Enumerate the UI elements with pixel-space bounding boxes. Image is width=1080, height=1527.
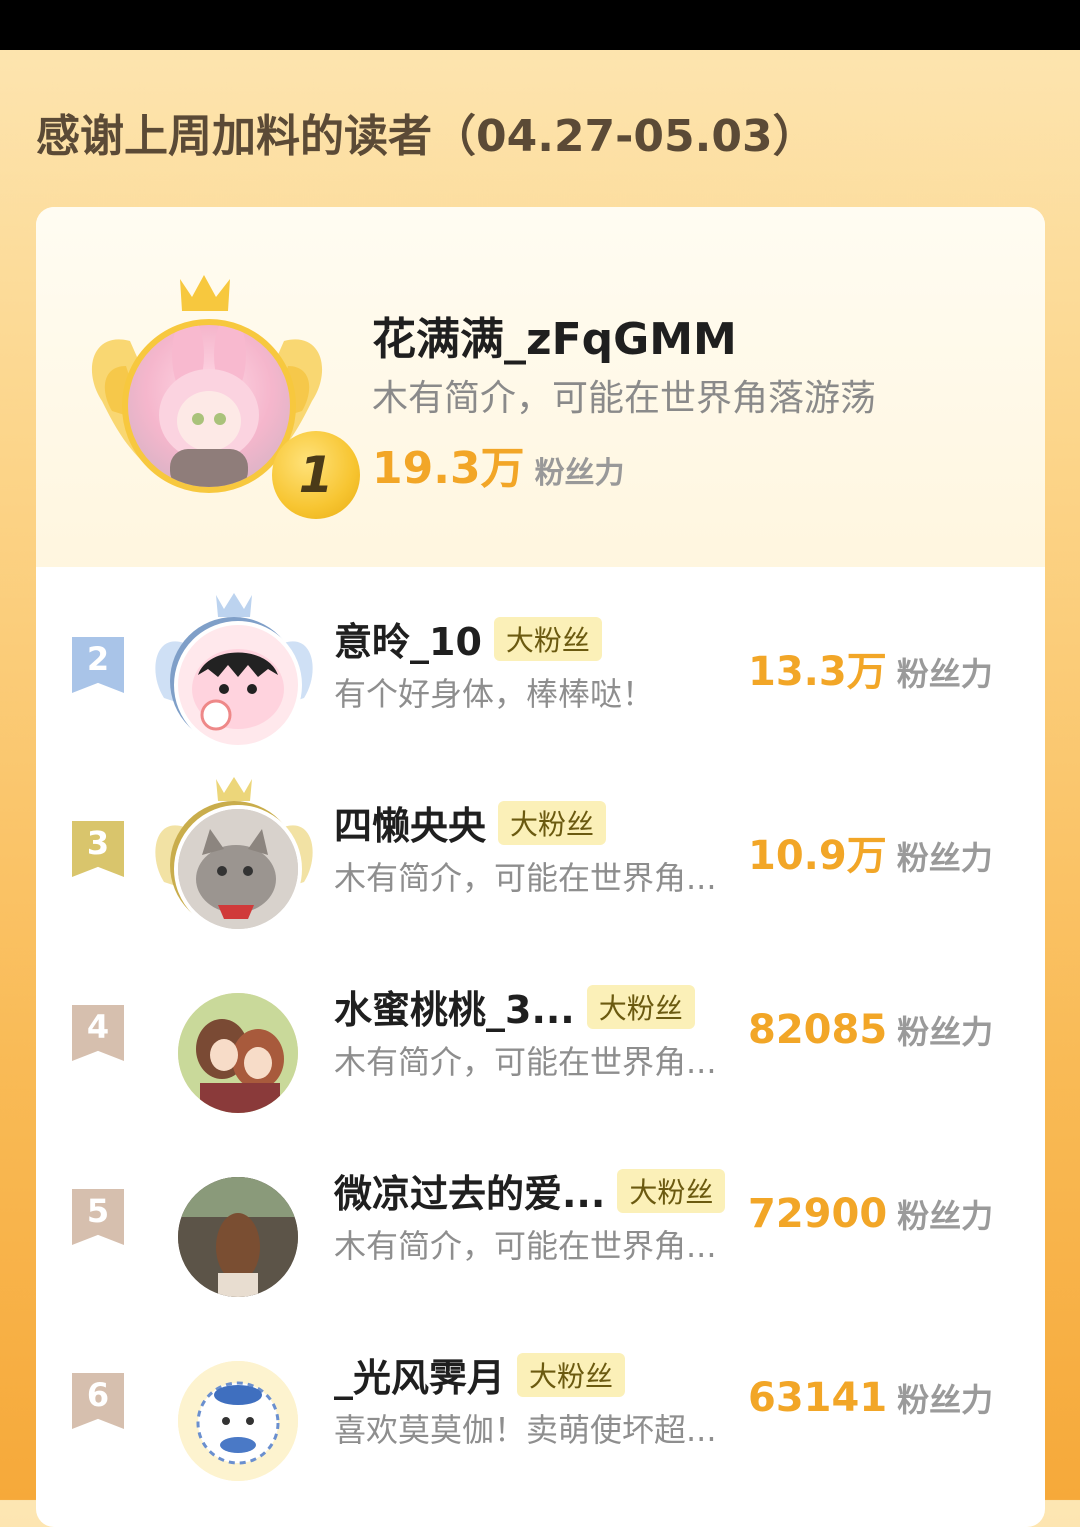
- fans-value: 63141: [748, 1375, 888, 1421]
- list-item[interactable]: 5 微凉过去的爱... 大粉丝 木有简介，可能在世界角... 72900 粉丝力: [36, 1125, 1045, 1309]
- name-line: 意昤_10 大粉丝: [334, 611, 602, 666]
- cartoon-boy-avatar-icon: [192, 649, 284, 731]
- fans-value: 82085: [748, 1007, 888, 1053]
- rank-flag: 5: [72, 1189, 124, 1245]
- fans-unit: 粉丝力: [534, 456, 625, 491]
- fans-power: 72900 粉丝力: [748, 1191, 993, 1237]
- reader-bio: 有个好身体，棒棒哒！: [334, 675, 655, 713]
- cat-avatar-icon: [178, 809, 298, 929]
- page-title: 感谢上周加料的读者（04.27-05.03）: [36, 111, 817, 162]
- name-line: 水蜜桃桃_3... 大粉丝: [334, 979, 695, 1034]
- reader-name[interactable]: 四懒央央: [334, 795, 486, 850]
- fan-badge: 大粉丝: [498, 800, 607, 845]
- reader-name[interactable]: _光风霁月: [334, 1347, 505, 1402]
- top-avatar-frame: 1: [82, 271, 360, 519]
- reader-name[interactable]: 意昤_10: [334, 611, 482, 666]
- fans-unit: 粉丝力: [897, 1197, 994, 1235]
- reader-name[interactable]: 微凉过去的爱...: [334, 1163, 605, 1218]
- avatar[interactable]: [174, 621, 302, 749]
- avatar-frame: [144, 1329, 324, 1489]
- fans-value: 13.3万: [748, 649, 887, 695]
- reader-bio: 木有简介，可能在世界角...: [334, 1227, 717, 1265]
- fans-power: 13.3万 粉丝力: [748, 639, 993, 697]
- rank-flag: 3: [72, 821, 124, 877]
- rank-flag: 4: [72, 1005, 124, 1061]
- avatar-frame: [144, 593, 324, 753]
- fans-value: 10.9万: [748, 833, 887, 879]
- fans-power: 19.3万 粉丝力: [372, 432, 625, 496]
- anime-girl-avatar-icon: [159, 325, 259, 487]
- fans-value: 19.3万: [372, 443, 525, 494]
- fans-unit: 粉丝力: [897, 1381, 994, 1419]
- reader-bio: 木有简介，可能在世界角...: [334, 1043, 717, 1081]
- fans-unit: 粉丝力: [896, 839, 993, 877]
- avatar-frame: [144, 777, 324, 937]
- fans-unit: 粉丝力: [897, 1013, 994, 1051]
- top-reader[interactable]: 1 花满满_zFqGMM 木有简介，可能在世界角落游荡 19.3万 粉丝力: [36, 207, 1045, 567]
- anime-couple-avatar-icon: [178, 993, 298, 1113]
- fans-power: 10.9万 粉丝力: [748, 823, 993, 881]
- avatar[interactable]: [174, 805, 302, 933]
- list-item[interactable]: 2 意昤_10 大粉丝 有个好身体，棒棒哒！ 13.3万 粉丝力: [36, 573, 1045, 757]
- list-item[interactable]: 6 _光风霁月 大粉丝 喜欢莫莫伽！卖萌使坏超... 63141 粉丝力: [36, 1309, 1045, 1493]
- fan-badge: 大粉丝: [493, 616, 602, 661]
- avatar-frame: [144, 1145, 324, 1305]
- photo-avatar-icon: [178, 1177, 298, 1297]
- fans-power: 82085 粉丝力: [748, 1007, 993, 1053]
- reader-name[interactable]: 花满满_zFqGMM: [372, 303, 737, 367]
- avatar[interactable]: [122, 319, 296, 493]
- rank-badge: 1: [272, 431, 360, 519]
- reader-bio: 喜欢莫莫伽！卖萌使坏超...: [334, 1411, 717, 1449]
- avatar[interactable]: [174, 1173, 302, 1301]
- fans-value: 72900: [748, 1191, 888, 1237]
- fan-badge: 大粉丝: [586, 984, 695, 1029]
- hamster-avatar-icon: [178, 1361, 298, 1481]
- fans-unit: 粉丝力: [896, 655, 993, 693]
- status-bar: [0, 0, 1080, 50]
- name-line: 四懒央央 大粉丝: [334, 795, 607, 850]
- list-item[interactable]: 3 四懒央央 大粉丝 木有简介，可能在世界角... 10.9万 粉丝力: [36, 757, 1045, 941]
- name-line: _光风霁月 大粉丝: [334, 1347, 626, 1402]
- fans-power: 63141 粉丝力: [748, 1375, 993, 1421]
- reader-bio: 木有简介，可能在世界角...: [334, 859, 717, 897]
- name-line: 微凉过去的爱... 大粉丝: [334, 1163, 726, 1218]
- rank-flag: 6: [72, 1373, 124, 1429]
- list-item[interactable]: 4 水蜜桃桃_3... 大粉丝 木有简介，可能在世界角... 82085 粉丝力: [36, 941, 1045, 1125]
- fan-badge: 大粉丝: [617, 1168, 726, 1213]
- avatar-frame: [144, 961, 324, 1121]
- avatar[interactable]: [174, 989, 302, 1117]
- avatar[interactable]: [174, 1357, 302, 1485]
- leaderboard-card: 1 花满满_zFqGMM 木有简介，可能在世界角落游荡 19.3万粉丝力 2: [36, 207, 1045, 1527]
- reader-name[interactable]: 水蜜桃桃_3...: [334, 979, 575, 1034]
- fan-badge: 大粉丝: [517, 1352, 626, 1397]
- reader-bio: 木有简介，可能在世界角落游荡: [372, 378, 877, 419]
- rank-flag: 2: [72, 637, 124, 693]
